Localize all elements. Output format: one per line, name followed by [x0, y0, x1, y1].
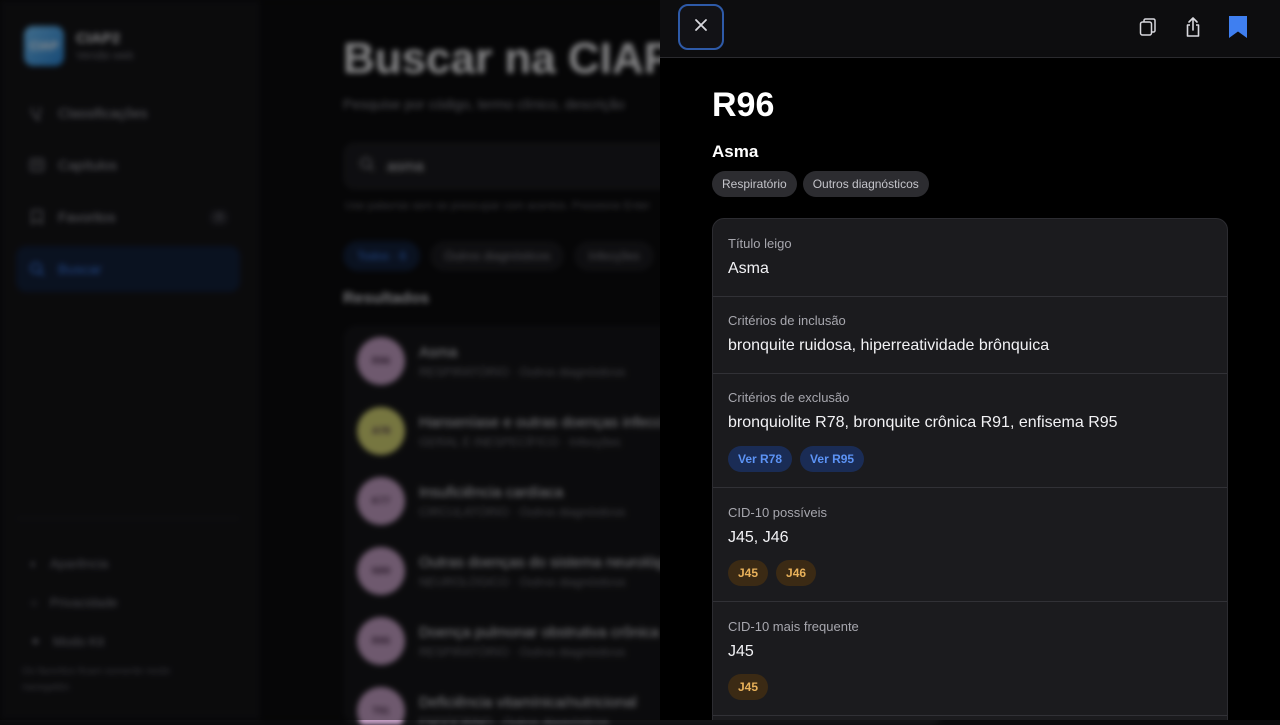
see-r78-button[interactable]: Ver R78	[728, 446, 792, 472]
diagnosis-code: R96	[712, 86, 774, 125]
tag-chapter: Respiratório	[712, 171, 797, 197]
section-label: Critérios de exclusão	[728, 390, 849, 405]
bookmark-button[interactable]	[1226, 16, 1250, 42]
section-criterios-exclusao: Critérios de exclusão bronquiolite R78, …	[713, 374, 1227, 488]
bookmark-icon	[1227, 15, 1249, 44]
section-label: CID-10 mais frequente	[728, 619, 859, 634]
section-criterios-inclusao: Critérios de inclusão bronquite ruidosa,…	[713, 297, 1227, 374]
section-value: Asma	[728, 260, 769, 278]
cid10-frequent-pills: J45	[728, 674, 768, 700]
copy-icon	[1139, 17, 1157, 42]
details-card: Título leigo Asma Critérios de inclusão …	[712, 218, 1228, 720]
share-button[interactable]	[1181, 16, 1205, 42]
close-icon	[694, 18, 708, 37]
section-cid10-possiveis: CID-10 possíveis J45, J46 J45 J46	[713, 488, 1227, 602]
tag-component: Outros diagnósticos	[803, 171, 929, 197]
panel-header	[660, 0, 1280, 58]
section-label: Critérios de inclusão	[728, 313, 846, 328]
section-value: bronquiolite R78, bronquite crônica R91,…	[728, 414, 1118, 432]
section-label: CID-10 possíveis	[728, 505, 827, 520]
section-label: Título leigo	[728, 236, 792, 251]
see-r95-button[interactable]: Ver R95	[800, 446, 864, 472]
cid10-pills: J45 J46	[728, 560, 816, 586]
copy-button[interactable]	[1136, 16, 1160, 42]
detail-panel: R96 Asma Respiratório Outros diagnóstico…	[660, 0, 1280, 720]
cid10-pill-j46[interactable]: J46	[776, 560, 816, 586]
section-value: J45, J46	[728, 529, 788, 547]
cid10-pill-j45[interactable]: J45	[728, 674, 768, 700]
section-titulo-leigo: Título leigo Asma	[713, 219, 1227, 297]
section-value: bronquite ruidosa, hiperreatividade brôn…	[728, 337, 1049, 355]
section-value: J45	[728, 643, 754, 661]
share-icon	[1185, 16, 1201, 43]
diagnosis-name: Asma	[712, 142, 758, 162]
section-cid10-mais-frequente: CID-10 mais frequente J45 J45	[713, 602, 1227, 716]
close-button[interactable]	[678, 4, 724, 50]
cid10-pill-j45[interactable]: J45	[728, 560, 768, 586]
diagnosis-tags: Respiratório Outros diagnósticos	[712, 171, 929, 197]
exclusion-links: Ver R78 Ver R95	[728, 446, 864, 472]
